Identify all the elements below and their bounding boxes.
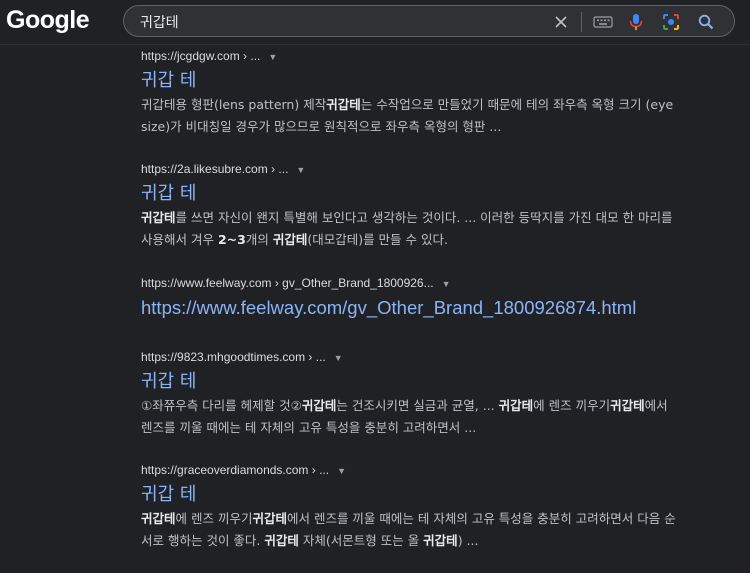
result-cite[interactable]: https://9823.mhgoodtimes.com › ... ▼ <box>141 348 681 366</box>
more-options-icon[interactable]: ▼ <box>296 161 305 179</box>
snippet-highlight: 귀갑테 <box>141 511 176 526</box>
result-cite[interactable]: https://jcgdgw.com › ... ▼ <box>141 47 681 65</box>
cite-url: https://www.feelway.com <box>141 276 272 290</box>
cite-path: › gv_Other_Brand_1800926... <box>271 276 434 290</box>
snippet-highlight: 귀갑테 <box>326 97 361 112</box>
snippet-highlight: 귀갑테 <box>423 533 458 548</box>
snippet-text: 개의 <box>245 232 273 247</box>
cite-url: https://graceoverdiamonds.com <box>141 463 309 477</box>
cite-url: https://2a.likesubre.com <box>141 162 268 176</box>
result-cite[interactable]: https://www.feelway.com › gv_Other_Brand… <box>141 274 681 292</box>
result-snippet: 귀갑테용 형판(lens pattern) 제작귀갑테는 수작업으로 만들었기 … <box>141 94 681 138</box>
cite-path: › ... <box>267 162 289 176</box>
more-options-icon[interactable]: ▼ <box>268 48 277 66</box>
result-title[interactable]: 귀갑 테 <box>141 69 681 93</box>
search-result: https://graceoverdiamonds.com › ... ▼ 귀갑 … <box>141 461 681 552</box>
result-cite[interactable]: https://graceoverdiamonds.com › ... ▼ <box>141 461 681 479</box>
google-logo[interactable]: Google <box>6 6 90 35</box>
snippet-highlight: 귀갑테 <box>272 232 308 247</box>
result-snippet: 귀갑테를 쓰면 자신이 왠지 특별해 보인다고 생각하는 것이다. ... 이러… <box>141 207 681 251</box>
snippet-highlight: 귀갑테 <box>498 398 534 413</box>
result-title[interactable]: https://www.feelway.com/gv_Other_Brand_1… <box>141 296 681 320</box>
snippet-text: 는 건조시키면 실금과 균열, ... <box>336 398 499 413</box>
cite-path: › ... <box>305 350 326 364</box>
snippet-text: 귀갑테용 형판(lens pattern) 제작 <box>141 97 327 112</box>
snippet-text: 에 렌즈 끼우기 <box>175 511 253 526</box>
cite-path: › ... <box>239 49 261 63</box>
result-title[interactable]: 귀갑 테 <box>141 370 681 394</box>
snippet-highlight: 귀갑테 <box>252 511 287 526</box>
top-bar: Google <box>0 0 750 45</box>
microphone-icon[interactable] <box>626 12 646 32</box>
snippet-highlight: 2~3 <box>217 232 246 247</box>
search-result: https://jcgdgw.com › ... ▼ 귀갑 테 귀갑테용 형판(l… <box>141 47 681 138</box>
snippet-text: 자체(서몬트형 또는 올 <box>298 533 424 548</box>
search-result: https://www.feelway.com › gv_Other_Brand… <box>141 274 681 320</box>
search-box[interactable] <box>123 5 735 37</box>
search-divider <box>581 12 582 32</box>
result-title[interactable]: 귀갑 테 <box>141 483 681 507</box>
snippet-highlight: 귀갑테 <box>301 398 337 413</box>
more-options-icon[interactable]: ▼ <box>337 462 346 480</box>
result-title[interactable]: 귀갑 테 <box>141 182 681 206</box>
result-snippet: 귀갑테에 렌즈 끼우기귀갑테에서 렌즈를 끼울 때에는 테 자체의 고유 특성을… <box>141 508 681 552</box>
snippet-text: ①좌쮸우측 다리를 헤제할 것② <box>141 398 302 413</box>
more-options-icon[interactable]: ▼ <box>442 275 451 293</box>
snippet-text: ) ... <box>457 533 479 548</box>
result-snippet: ①좌쮸우측 다리를 헤제할 것②귀갑테는 건조시키면 실금과 균열, ... 귀… <box>141 395 681 439</box>
snippet-text: (대모갑테)를 만들 수 있다. <box>307 232 448 247</box>
result-cite[interactable]: https://2a.likesubre.com › ... ▼ <box>141 160 681 178</box>
snippet-text: 에 렌즈 끼우기 <box>533 398 611 413</box>
clear-icon[interactable] <box>551 12 571 32</box>
snippet-highlight: 귀갑테 <box>141 210 176 225</box>
lens-icon[interactable] <box>661 12 681 32</box>
search-input[interactable] <box>138 11 542 33</box>
search-result: https://9823.mhgoodtimes.com › ... ▼ 귀갑 테… <box>141 348 681 439</box>
more-options-icon[interactable]: ▼ <box>334 349 343 367</box>
keyboard-icon[interactable] <box>591 12 615 32</box>
snippet-highlight: 귀갑테 <box>610 398 645 413</box>
search-icon[interactable] <box>696 12 716 32</box>
search-result: https://2a.likesubre.com › ... ▼ 귀갑 테 귀갑테… <box>141 160 681 251</box>
snippet-highlight: 귀갑테 <box>264 533 299 548</box>
cite-url: https://jcgdgw.com <box>141 49 240 63</box>
cite-path: › ... <box>308 463 330 477</box>
cite-url: https://9823.mhgoodtimes.com <box>141 350 306 364</box>
